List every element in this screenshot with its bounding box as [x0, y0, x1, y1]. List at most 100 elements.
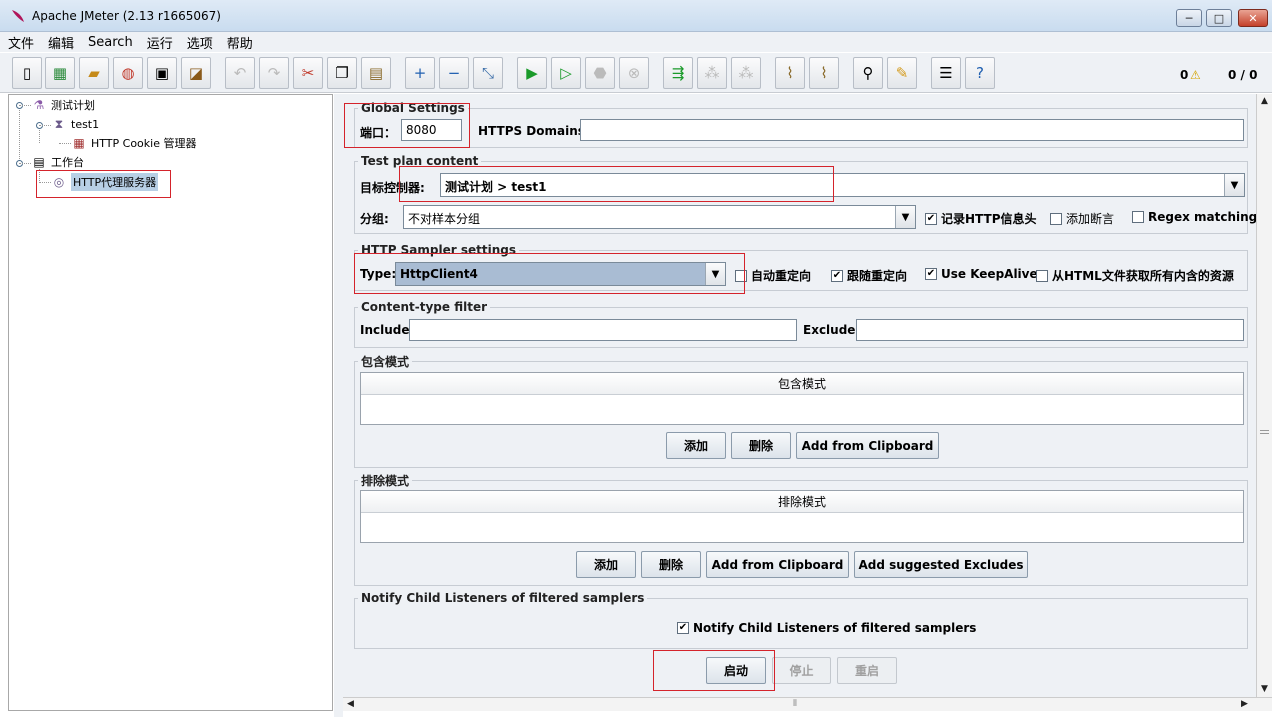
- column-header[interactable]: 包含模式: [361, 373, 1243, 395]
- shutdown-icon[interactable]: ⊗: [619, 57, 649, 89]
- add-suggested-excludes-button[interactable]: Add suggested Excludes: [854, 551, 1028, 578]
- cut-icon[interactable]: ✂: [293, 57, 323, 89]
- search-icon[interactable]: ⚲: [853, 57, 883, 89]
- grouping-select[interactable]: 不对样本分组 ▼: [403, 205, 916, 229]
- collapse-all-icon[interactable]: −: [439, 57, 469, 89]
- checkmark-icon: ✔: [925, 212, 937, 225]
- close-file-icon[interactable]: ◍: [113, 57, 143, 89]
- open-icon[interactable]: ▰: [79, 57, 109, 89]
- delete-include-button[interactable]: 删除: [731, 432, 791, 459]
- chevron-down-icon[interactable]: ▼: [895, 206, 915, 228]
- proxy-icon: ◎: [53, 175, 65, 189]
- test-plan-tree[interactable]: ⚗ 测试计划 ⧗ test1 ▦ HTTP Cookie 管理器 ▤ 工作台 ◎…: [8, 94, 333, 711]
- remote-stop-icon[interactable]: ⁂: [697, 57, 727, 89]
- keepalive-checkbox[interactable]: ✔ Use KeepAlive: [925, 267, 1038, 281]
- horizontal-scrollbar[interactable]: ◀ ⦀ ▶: [343, 697, 1272, 711]
- tree-item-test-plan[interactable]: ⚗ 测试计划: [31, 97, 95, 113]
- menu-edit[interactable]: 编辑: [48, 33, 74, 52]
- add-assertions-checkbox[interactable]: 添加断言: [1050, 210, 1114, 227]
- expand-all-icon[interactable]: +: [405, 57, 435, 89]
- record-headers-checkbox[interactable]: ✔ 记录HTTP信息头: [925, 210, 1037, 227]
- port-input[interactable]: 8080: [401, 119, 462, 141]
- follow-redirects-checkbox[interactable]: ✔ 跟随重定向: [831, 267, 907, 284]
- redo-icon[interactable]: ↷: [259, 57, 289, 89]
- warning-icon[interactable]: ⚠: [1190, 68, 1201, 82]
- save-as-image-icon[interactable]: ◪: [181, 57, 211, 89]
- chevron-down-icon[interactable]: ▼: [705, 263, 725, 285]
- sampler-type-select[interactable]: HttpClient4 ▼: [395, 262, 726, 286]
- scroll-up-icon[interactable]: ▲: [1261, 96, 1268, 106]
- new-icon[interactable]: ▯: [12, 57, 42, 89]
- tree-item-workbench[interactable]: ▤ 工作台: [31, 154, 84, 170]
- exclude-patterns-table[interactable]: 排除模式: [360, 490, 1244, 543]
- checkbox-empty-icon: [1036, 269, 1048, 282]
- paste-icon[interactable]: ▤: [361, 57, 391, 89]
- embedded-resources-checkbox[interactable]: 从HTML文件获取所有内含的资源: [1036, 267, 1234, 284]
- menu-help[interactable]: 帮助: [227, 33, 253, 52]
- scroll-right-icon[interactable]: ▶: [1241, 699, 1248, 709]
- start-no-pauses-icon[interactable]: ▷: [551, 57, 581, 89]
- function-helper-icon[interactable]: ☰: [931, 57, 961, 89]
- undo-icon[interactable]: ↶: [225, 57, 255, 89]
- scroll-down-icon[interactable]: ▼: [1261, 684, 1268, 694]
- menu-options[interactable]: 选项: [187, 33, 213, 52]
- add-include-button[interactable]: 添加: [666, 432, 726, 459]
- copy-icon[interactable]: ❐: [327, 57, 357, 89]
- menu-file[interactable]: 文件: [8, 33, 34, 52]
- include-patterns-table[interactable]: 包含模式: [360, 372, 1244, 425]
- sampler-type-value: HttpClient4: [400, 267, 478, 281]
- auto-redirect-checkbox[interactable]: 自动重定向: [735, 267, 811, 284]
- scroll-left-icon[interactable]: ◀: [347, 699, 354, 709]
- menu-run[interactable]: 运行: [147, 33, 173, 52]
- stop-button[interactable]: 停止: [772, 657, 831, 684]
- restart-button[interactable]: 重启: [837, 657, 897, 684]
- thread-counter: 0 / 0: [1228, 68, 1258, 82]
- clear-all-icon[interactable]: ⌇: [809, 57, 839, 89]
- group-title: Test plan content: [361, 154, 479, 168]
- minimize-button[interactable]: ─: [1176, 9, 1202, 27]
- remote-start-icon[interactable]: ⇶: [663, 57, 693, 89]
- remote-shutdown-icon[interactable]: ⁂: [731, 57, 761, 89]
- tree-item-cookie-manager[interactable]: ▦ HTTP Cookie 管理器: [71, 135, 196, 151]
- include-input[interactable]: [409, 319, 797, 341]
- menu-search[interactable]: Search: [88, 35, 133, 50]
- tree-item-thread-group[interactable]: ⧗ test1: [51, 116, 99, 132]
- grouping-label: 分组:: [360, 212, 389, 226]
- target-controller-select[interactable]: 测试计划 > test1 ▼: [440, 173, 1245, 197]
- tree-item-label: 工作台: [51, 156, 84, 169]
- exclude-label: Exclude:: [803, 323, 861, 337]
- notify-listeners-checkbox[interactable]: ✔ Notify Child Listeners of filtered sam…: [677, 621, 976, 635]
- scroll-grip-icon[interactable]: [1260, 430, 1269, 434]
- sampler-type-label: Type:: [360, 267, 397, 281]
- save-icon[interactable]: ▣: [147, 57, 177, 89]
- maximize-button[interactable]: □: [1206, 9, 1232, 27]
- follow-redirects-label: 跟随重定向: [847, 269, 908, 283]
- https-domains-input[interactable]: [580, 119, 1244, 141]
- toggle-icon[interactable]: ⤡: [473, 57, 503, 89]
- tree-item-label: HTTP代理服务器: [71, 173, 159, 191]
- chevron-down-icon[interactable]: ▼: [1224, 174, 1244, 196]
- close-button[interactable]: ✕: [1238, 9, 1268, 27]
- jmeter-feather-icon: [12, 10, 24, 22]
- clear-icon[interactable]: ⌇: [775, 57, 805, 89]
- warning-count: 0: [1180, 68, 1189, 82]
- scroll-grip-icon[interactable]: ⦀: [793, 699, 797, 709]
- start-button[interactable]: 启动: [706, 657, 766, 684]
- regex-matching-checkbox[interactable]: Regex matching: [1132, 210, 1257, 224]
- split-pane-divider[interactable]: [334, 94, 343, 717]
- add-exclude-button[interactable]: 添加: [576, 551, 636, 578]
- start-icon[interactable]: ▶: [517, 57, 547, 89]
- help-icon[interactable]: ?: [965, 57, 995, 89]
- tree-item-proxy-server[interactable]: ◎ HTTP代理服务器: [51, 173, 159, 191]
- vertical-scrollbar[interactable]: ▲ ▼: [1256, 94, 1272, 697]
- reset-search-icon[interactable]: ✎: [887, 57, 917, 89]
- templates-icon[interactable]: ▦: [45, 57, 75, 89]
- add-exclude-from-clipboard-button[interactable]: Add from Clipboard: [706, 551, 849, 578]
- column-header[interactable]: 排除模式: [361, 491, 1243, 513]
- stop-icon[interactable]: ⬣: [585, 57, 615, 89]
- toolbar: ▯ ▦ ▰ ◍ ▣ ◪ ↶ ↷ ✂ ❐ ▤ + − ⤡ ▶ ▷ ⬣ ⊗ ⇶ ⁂ …: [0, 53, 1272, 93]
- exclude-input[interactable]: [856, 319, 1244, 341]
- tree-item-label: 测试计划: [51, 99, 95, 112]
- delete-exclude-button[interactable]: 删除: [641, 551, 701, 578]
- add-include-from-clipboard-button[interactable]: Add from Clipboard: [796, 432, 939, 459]
